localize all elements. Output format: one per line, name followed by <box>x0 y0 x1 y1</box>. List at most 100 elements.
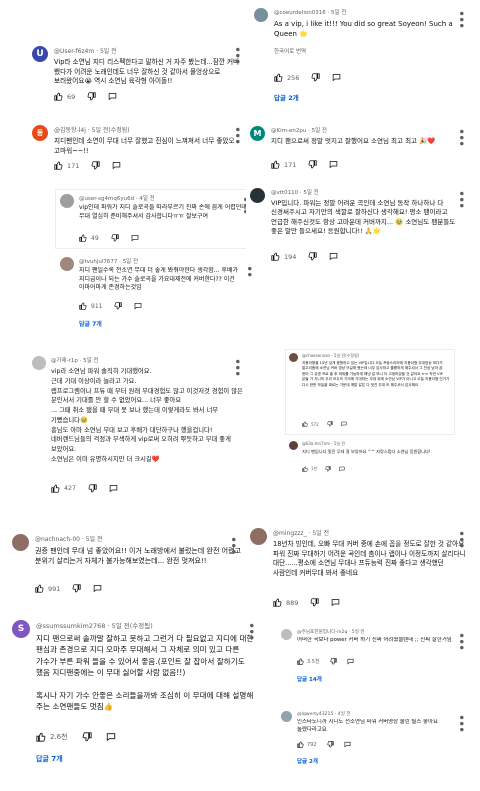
dislike-icon[interactable] <box>72 584 82 593</box>
like-icon[interactable] <box>271 252 280 261</box>
avatar[interactable] <box>289 441 298 450</box>
reply-icon[interactable] <box>341 421 347 427</box>
comment-author[interactable]: @tvuhjul7677 <box>79 259 117 265</box>
comment-author[interactable]: @coeurdelion0316 <box>274 10 326 16</box>
avatar[interactable] <box>250 528 267 545</box>
more-options-icon[interactable]: ••• <box>226 536 240 554</box>
like-icon[interactable] <box>79 234 87 242</box>
more-options-icon[interactable]: ••• <box>230 46 244 64</box>
dislike-icon[interactable] <box>114 302 123 310</box>
avatar[interactable] <box>289 353 298 362</box>
more-options-icon[interactable]: ••• <box>454 128 468 146</box>
avatar[interactable]: U <box>32 46 48 62</box>
dislike-icon[interactable] <box>87 92 96 101</box>
more-options-icon[interactable]: ••• <box>454 190 468 208</box>
like-icon[interactable] <box>36 732 46 742</box>
comment-time[interactable]: 5일 전 <box>334 441 345 446</box>
comment-time[interactable]: 5일 전 <box>312 128 327 134</box>
translate-link[interactable]: 한국어로 번역 <box>274 47 468 55</box>
avatar[interactable]: 동 <box>32 125 48 141</box>
comment-author[interactable]: @mingzzz_ <box>273 530 307 537</box>
reply-icon[interactable] <box>331 598 340 607</box>
like-icon[interactable] <box>54 161 63 170</box>
comment-author[interactable]: @Ella-mn7nm <box>302 441 330 446</box>
comment-author[interactable]: @vtt0110 <box>271 190 298 196</box>
comment-author[interactable]: @Kim-en2pu <box>271 128 306 134</box>
comment-author[interactable]: @ssumssumkim2768 <box>36 622 105 630</box>
reply-icon[interactable] <box>332 73 341 82</box>
dislike-icon[interactable] <box>111 234 119 242</box>
avatar[interactable]: S <box>12 620 30 638</box>
more-options-icon[interactable]: ••• <box>454 714 468 732</box>
replies-toggle[interactable]: 답글 7개 <box>79 319 255 328</box>
like-icon[interactable] <box>79 302 87 310</box>
like-icon[interactable] <box>273 598 282 607</box>
reply-icon[interactable] <box>344 741 351 748</box>
dislike-icon[interactable] <box>310 598 320 607</box>
reply-icon[interactable] <box>109 484 118 493</box>
dislike-icon[interactable] <box>327 741 334 748</box>
more-options-icon[interactable]: ••• <box>244 622 258 640</box>
more-options-icon[interactable]: ••• <box>230 358 244 376</box>
like-icon[interactable] <box>297 741 304 748</box>
comment-author[interactable]: @가제-r1p <box>51 358 78 364</box>
reply-icon[interactable] <box>93 584 102 593</box>
avatar[interactable] <box>254 8 268 22</box>
reply-icon[interactable] <box>131 234 139 242</box>
comment-author[interactable]: @user-sg4mq6yu6d <box>79 196 134 202</box>
comment-time[interactable]: 5일 전 <box>123 259 138 265</box>
comment-time[interactable]: 5일 전 <box>312 530 329 537</box>
dislike-icon[interactable] <box>82 732 92 742</box>
like-icon[interactable] <box>297 658 304 665</box>
comment-author[interactable]: @User-f6z4m <box>54 48 94 55</box>
avatar[interactable]: M <box>250 126 265 141</box>
dislike-icon[interactable] <box>330 658 337 665</box>
like-icon[interactable] <box>54 92 63 101</box>
replies-toggle[interactable]: 답글 2개 <box>274 92 468 102</box>
reply-icon[interactable] <box>108 92 117 101</box>
dislike-icon[interactable] <box>327 421 333 427</box>
reply-icon[interactable] <box>347 658 354 665</box>
comment-time[interactable]: 5일 전 <box>352 630 365 635</box>
avatar[interactable] <box>250 188 265 203</box>
comment-time[interactable]: 5일 전 <box>83 358 98 364</box>
comment-time[interactable]: 5일 전(수정됨) <box>334 353 359 358</box>
replies-toggle[interactable]: 답글 14개 <box>297 675 469 683</box>
like-icon[interactable] <box>35 584 44 593</box>
reply-icon[interactable] <box>339 466 345 472</box>
avatar[interactable] <box>60 257 74 271</box>
more-options-icon[interactable]: ••• <box>454 530 468 548</box>
comment-time[interactable]: 5일 전(수정됨) <box>112 622 153 630</box>
dislike-icon[interactable] <box>311 73 321 82</box>
like-icon[interactable] <box>302 466 308 472</box>
avatar[interactable] <box>281 629 292 640</box>
reply-icon[interactable] <box>329 160 338 169</box>
comment-time[interactable]: 5일 전 <box>100 48 117 55</box>
like-icon[interactable] <box>51 484 60 493</box>
dislike-icon[interactable] <box>91 161 101 170</box>
comment-time[interactable]: 5일 전(수정됨) <box>92 127 130 134</box>
comment-author[interactable]: @lqwerty43215 <box>297 712 333 717</box>
dislike-icon[interactable] <box>325 466 331 472</box>
dislike-icon[interactable] <box>88 484 97 493</box>
comment-author[interactable]: @chaesenvan <box>302 353 330 358</box>
like-icon[interactable] <box>302 421 308 427</box>
comment-time[interactable]: 4일 전 <box>139 196 154 202</box>
dislike-icon[interactable] <box>308 160 318 169</box>
comment-time[interactable]: 4일 전 <box>338 712 351 717</box>
replies-toggle[interactable]: 답글 2개 <box>297 757 469 765</box>
avatar[interactable] <box>60 194 74 208</box>
reply-icon[interactable] <box>134 302 142 310</box>
more-options-icon[interactable]: ••• <box>454 10 468 28</box>
dislike-icon[interactable] <box>308 252 318 261</box>
avatar[interactable] <box>281 711 292 722</box>
like-icon[interactable] <box>274 73 283 82</box>
reply-icon[interactable] <box>112 161 121 170</box>
reply-icon[interactable] <box>329 252 338 261</box>
more-options-icon[interactable]: ••• <box>230 126 244 144</box>
avatar[interactable] <box>32 356 46 370</box>
like-icon[interactable] <box>271 160 280 169</box>
comment-time[interactable]: 5일 전 <box>331 10 346 16</box>
comment-author[interactable]: @김동항-l4j <box>54 127 86 134</box>
more-options-icon[interactable]: ••• <box>454 632 468 650</box>
